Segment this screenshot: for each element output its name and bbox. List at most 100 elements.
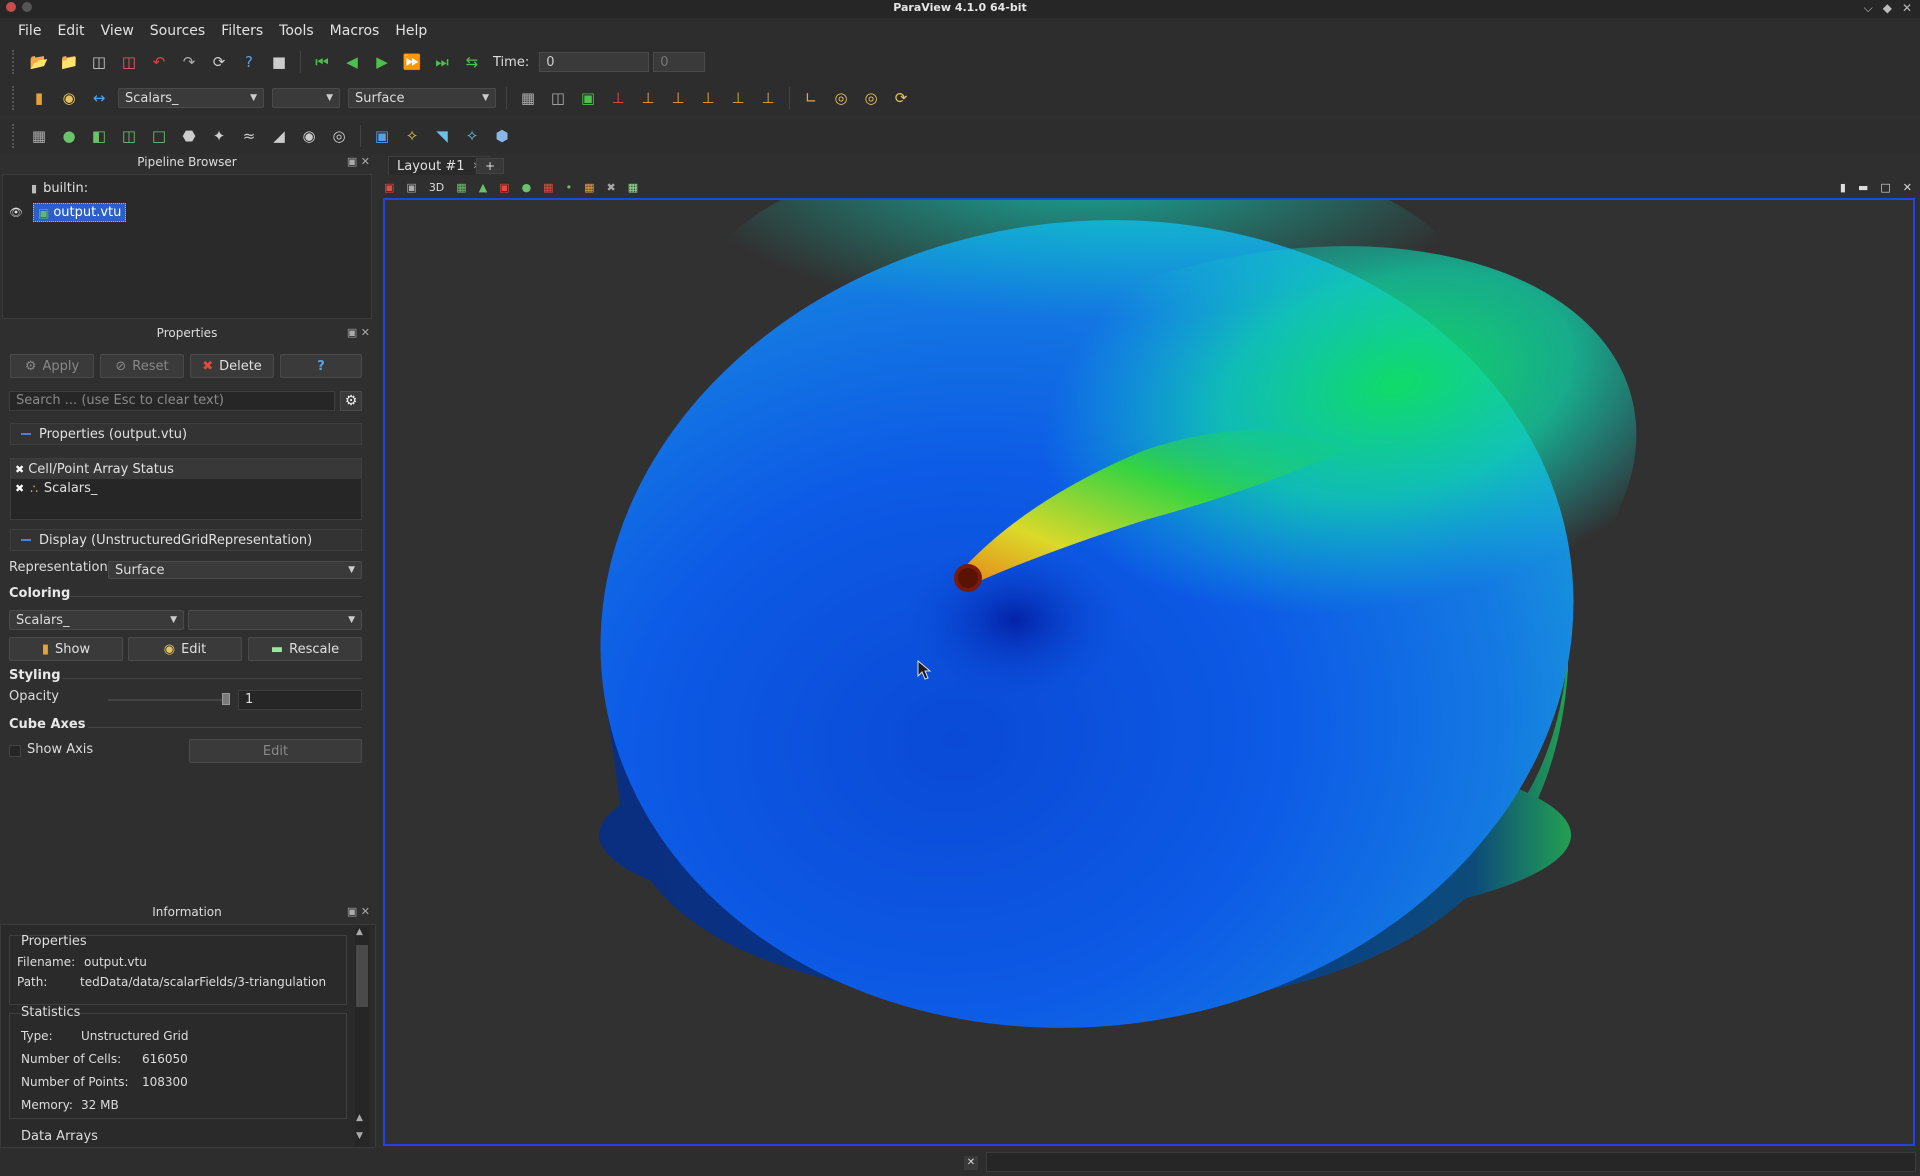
reset-session-icon[interactable]: ⟳ bbox=[207, 50, 231, 74]
search-input[interactable]: Search ... (use Esc to clear text) bbox=[9, 391, 335, 411]
edit-color-map-icon[interactable]: ◉ bbox=[57, 86, 81, 110]
next-frame-icon[interactable]: ⏩ bbox=[400, 50, 424, 74]
float-icon[interactable]: ▣ bbox=[347, 905, 357, 918]
pick-center-icon[interactable]: ◎ bbox=[859, 86, 883, 110]
clip-icon[interactable]: ◧ bbox=[87, 124, 111, 148]
menu-tools[interactable]: Tools bbox=[271, 23, 322, 39]
select-frustum-icon[interactable]: ◥ bbox=[430, 124, 454, 148]
select-block-icon[interactable]: ▦ bbox=[584, 181, 594, 194]
coloring-array-select[interactable]: Scalars_ ▼ bbox=[9, 610, 184, 630]
minimize-icon[interactable]: ⌵ bbox=[1864, 1, 1873, 16]
pipeline-item-output-vtu[interactable]: 👁 ▣ output.vtu bbox=[9, 203, 127, 222]
float-icon[interactable]: ▣ bbox=[347, 326, 357, 339]
close-icon[interactable]: ✕ bbox=[361, 155, 370, 168]
show-colorbar-button[interactable]: ▮ Show bbox=[9, 637, 123, 661]
select-cells-icon[interactable]: ▣ bbox=[370, 124, 394, 148]
last-frame-icon[interactable]: ⏭ bbox=[430, 50, 454, 74]
time-value-field[interactable]: 0 bbox=[539, 52, 650, 72]
view-minus-z-icon[interactable]: ⊥ bbox=[756, 86, 780, 110]
view-minus-x-icon[interactable]: ⊥ bbox=[636, 86, 660, 110]
rotate-icon[interactable]: ⟳ bbox=[889, 86, 913, 110]
menu-view[interactable]: View bbox=[93, 23, 142, 39]
camera-undo-icon[interactable]: ▦ bbox=[456, 181, 466, 194]
close-icon[interactable]: ✕ bbox=[964, 1156, 978, 1170]
rescale-button[interactable]: ▬ Rescale bbox=[248, 637, 362, 661]
reset-button[interactable]: ⊘ Reset bbox=[100, 354, 184, 378]
apply-button[interactable]: ⚙ Apply bbox=[10, 354, 94, 378]
component-combo[interactable]: ▼ bbox=[272, 88, 340, 108]
view-plus-x-icon[interactable]: ⊥ bbox=[606, 86, 630, 110]
glyph-icon[interactable]: ✦ bbox=[207, 124, 231, 148]
menu-help[interactable]: Help bbox=[387, 23, 435, 39]
tab-layout-1[interactable]: Layout #1 ✕ bbox=[388, 156, 490, 175]
opacity-input[interactable]: 1 bbox=[238, 690, 362, 710]
zoom-box-icon[interactable]: ▣ bbox=[576, 86, 600, 110]
first-frame-icon[interactable]: ⏮ bbox=[310, 50, 334, 74]
reset-center-icon[interactable]: ◎ bbox=[829, 86, 853, 110]
checkbox-icon[interactable]: ✖ bbox=[15, 463, 24, 476]
rendered-disk[interactable] bbox=[385, 200, 1913, 1144]
add-tab-button[interactable]: + bbox=[476, 158, 504, 174]
scroll-up-icon[interactable]: ▲ bbox=[356, 927, 363, 937]
calculator-icon[interactable]: ▦ bbox=[27, 124, 51, 148]
maximize-view-icon[interactable]: □ bbox=[1880, 181, 1890, 194]
slice-icon[interactable]: ◫ bbox=[117, 124, 141, 148]
gear-icon[interactable]: ⚙ bbox=[340, 391, 362, 411]
array-status-header[interactable]: ✖ Cell/Point Array Status bbox=[11, 459, 361, 479]
menu-filters[interactable]: Filters bbox=[213, 23, 271, 39]
view-mode-3d-button[interactable]: 3D bbox=[429, 181, 444, 194]
close-view-icon[interactable]: ✕ bbox=[1903, 181, 1912, 194]
contour-icon[interactable]: ● bbox=[57, 124, 81, 148]
split-horizontal-icon[interactable]: ▮ bbox=[1840, 181, 1846, 194]
grid-icon[interactable]: ▦ bbox=[628, 181, 638, 194]
connect-icon[interactable]: ◫ bbox=[87, 50, 111, 74]
view-plus-y-icon[interactable]: ⊥ bbox=[666, 86, 690, 110]
open-recent-icon[interactable]: 📁 bbox=[57, 50, 81, 74]
extract-level-icon[interactable]: ◎ bbox=[327, 124, 351, 148]
select-frustum-points-icon[interactable]: • bbox=[566, 181, 573, 194]
warp-vector-icon[interactable]: ◢ bbox=[267, 124, 291, 148]
menu-file[interactable]: File bbox=[10, 23, 49, 39]
pipeline-root[interactable]: ▮ builtin: bbox=[31, 181, 88, 196]
disconnect-icon[interactable]: ◫ bbox=[117, 50, 141, 74]
section-display-header[interactable]: Display (UnstructuredGridRepresentation) bbox=[10, 529, 362, 551]
close-icon[interactable]: ✕ bbox=[361, 326, 370, 339]
undo-icon[interactable]: ↶ bbox=[147, 50, 171, 74]
opacity-slider-handle[interactable] bbox=[222, 693, 230, 705]
interactive-select-icon[interactable]: ⬢ bbox=[490, 124, 514, 148]
close-icon[interactable]: ✕ bbox=[1902, 1, 1912, 16]
show-axis-checkbox[interactable] bbox=[9, 745, 21, 757]
color-legend-icon[interactable]: ▮ bbox=[27, 86, 51, 110]
opacity-slider-track[interactable] bbox=[108, 699, 230, 701]
menu-edit[interactable]: Edit bbox=[49, 23, 92, 39]
help-button[interactable]: ? bbox=[280, 354, 362, 378]
zoom-to-data-icon[interactable]: ◫ bbox=[546, 86, 570, 110]
show-center-icon[interactable]: ∟ bbox=[799, 86, 823, 110]
view-plus-z-icon[interactable]: ⊥ bbox=[726, 86, 750, 110]
select-surface-icon[interactable]: ▣ bbox=[499, 181, 509, 194]
help-icon[interactable]: ? bbox=[237, 50, 261, 74]
select-blocks-icon[interactable]: ✧ bbox=[460, 124, 484, 148]
select-points-icon[interactable]: ✧ bbox=[400, 124, 424, 148]
array-row[interactable]: ✖ ∴ Scalars_ bbox=[15, 481, 97, 496]
checkbox-icon[interactable]: ✖ bbox=[15, 482, 24, 495]
time-step-spinbox[interactable]: 0 bbox=[653, 52, 706, 72]
clear-selection-icon[interactable]: ✖ bbox=[606, 181, 615, 194]
float-icon[interactable]: ▣ bbox=[347, 155, 357, 168]
select-frustum-cells-icon[interactable]: ▦ bbox=[543, 181, 553, 194]
menu-sources[interactable]: Sources bbox=[142, 23, 213, 39]
scroll-up-icon[interactable]: ▲ bbox=[356, 1113, 363, 1123]
section-properties-header[interactable]: Properties (output.vtu) bbox=[10, 423, 362, 445]
toolbar-grip[interactable] bbox=[12, 86, 18, 110]
loop-icon[interactable]: ⇆ bbox=[460, 50, 484, 74]
split-vertical-icon[interactable]: ▬ bbox=[1858, 181, 1868, 194]
representation-select[interactable]: Surface ▼ bbox=[108, 561, 362, 579]
open-file-icon[interactable]: 📂 bbox=[27, 50, 51, 74]
eye-icon[interactable]: 👁 bbox=[9, 206, 23, 219]
edit-colormap-button[interactable]: ◉ Edit bbox=[128, 637, 242, 661]
threshold-icon[interactable]: □ bbox=[147, 124, 171, 148]
maximize-icon[interactable]: ◆ bbox=[1883, 1, 1892, 16]
delete-button[interactable]: ✖ Delete bbox=[190, 354, 274, 378]
toolbar-grip[interactable] bbox=[12, 50, 18, 74]
close-icon[interactable]: ✕ bbox=[361, 905, 370, 918]
